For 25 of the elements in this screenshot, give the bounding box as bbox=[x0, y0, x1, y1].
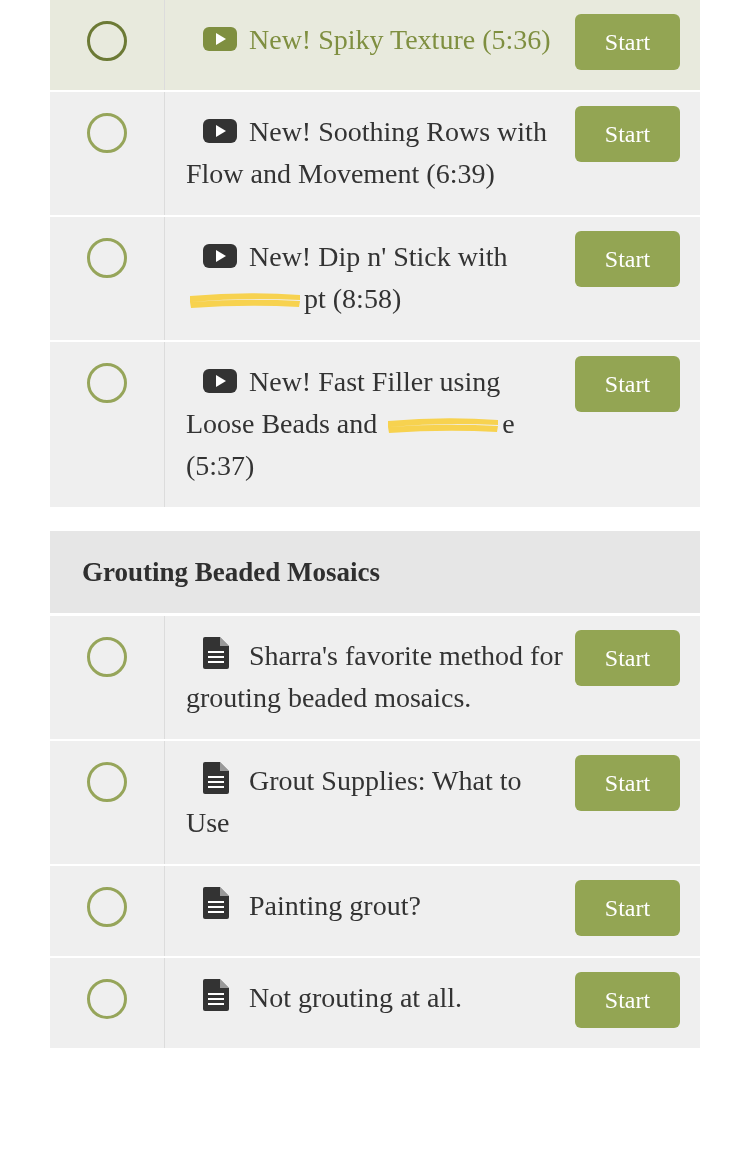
document-icon bbox=[203, 979, 229, 1011]
lesson-title: New! Spiky Texture (5:36) bbox=[186, 19, 575, 70]
start-button[interactable]: Start bbox=[575, 14, 680, 70]
lesson-title: Sharra's favorite method for grouting beaded mosaics. bbox=[186, 635, 575, 719]
start-button[interactable]: Start bbox=[575, 880, 680, 936]
start-button[interactable]: Start bbox=[575, 630, 680, 686]
play-icon bbox=[203, 244, 237, 268]
document-icon bbox=[203, 762, 229, 794]
play-icon bbox=[203, 369, 237, 393]
section-title: Grouting Beaded Mosaics bbox=[82, 555, 380, 589]
play-icon bbox=[203, 27, 237, 51]
lesson-title: Painting grout? bbox=[186, 885, 575, 936]
start-button[interactable]: Start bbox=[575, 755, 680, 811]
lesson-title: Grout Supplies: What to Use bbox=[186, 760, 575, 844]
start-button[interactable]: Start bbox=[575, 972, 680, 1028]
start-button[interactable]: Start bbox=[575, 356, 680, 412]
play-icon bbox=[203, 119, 237, 143]
start-button[interactable]: Start bbox=[575, 106, 680, 162]
document-icon bbox=[203, 887, 229, 919]
document-icon bbox=[203, 637, 229, 669]
lesson-title: New! Fast Filler using Loose Beads and e (5:37) bbox=[186, 365, 516, 483]
lesson-title: New! Dip n' Stick with pt (8:58) bbox=[186, 236, 575, 320]
start-button[interactable]: Start bbox=[575, 231, 680, 287]
lesson-title: Not grouting at all. bbox=[186, 977, 575, 1028]
lesson-title: New! Soothing Rows with Flow and Movement (6:39) bbox=[186, 115, 548, 191]
